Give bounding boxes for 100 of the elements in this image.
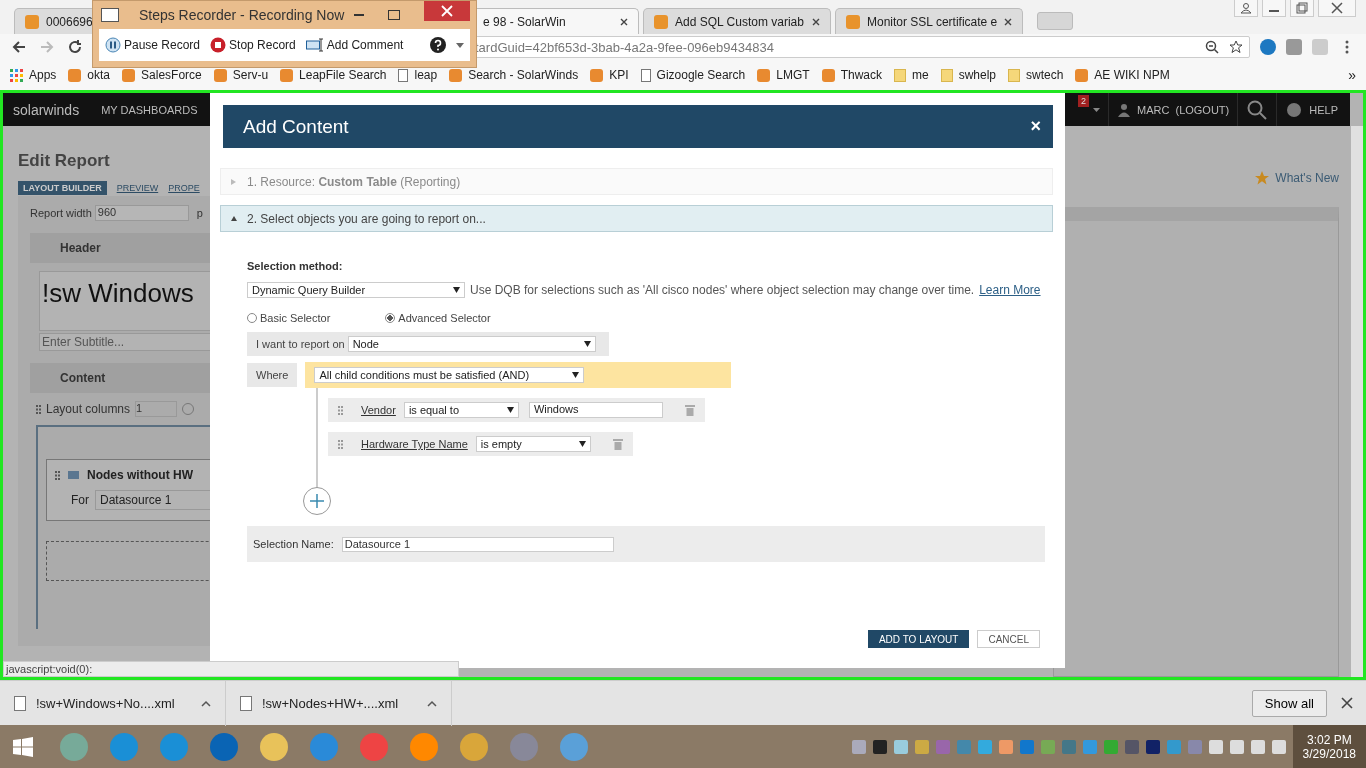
selection-method-dropdown[interactable]: Dynamic Query Builder [247, 282, 465, 298]
wizard-step[interactable]: PROPE [168, 181, 200, 195]
bookmark[interactable]: Apps [10, 68, 57, 82]
operator-dropdown[interactable]: is equal to [403, 402, 519, 418]
tray-icon[interactable] [872, 739, 887, 754]
bookmark[interactable]: Serv-u [213, 68, 269, 82]
field-link[interactable]: Hardware Type Name [361, 438, 468, 450]
layout-columns-field[interactable]: 1 [135, 401, 178, 417]
cancel-button[interactable]: CANCEL [977, 630, 1040, 648]
radio-option[interactable]: Basic Selector [247, 312, 331, 324]
bookmark[interactable]: me [893, 68, 929, 82]
caret-icon[interactable] [456, 42, 464, 48]
extension-icon[interactable] [1260, 39, 1276, 55]
minimize-icon[interactable] [1262, 0, 1286, 17]
bookmark[interactable]: leap [398, 68, 438, 82]
caret-icon[interactable] [1092, 107, 1100, 112]
tray-icon[interactable] [914, 739, 929, 754]
recorder-button[interactable]: Add Comment [305, 38, 404, 52]
bookmark[interactable]: SalesForce [122, 68, 202, 82]
bookmark[interactable]: swhelp [940, 68, 996, 82]
browser-tab[interactable]: Monitor SSL certificate e [835, 8, 1023, 34]
maximize-icon[interactable] [388, 10, 401, 20]
minimize-icon[interactable] [354, 14, 365, 16]
folder-icon [1008, 68, 1020, 82]
tray-icon[interactable] [1208, 739, 1223, 754]
field-link[interactable]: Vendor [361, 404, 396, 416]
bookmark[interactable]: okta [68, 68, 111, 82]
tray-icon[interactable] [893, 739, 908, 754]
caret-icon [578, 441, 586, 447]
bookmark[interactable]: Gizoogle Search [640, 68, 746, 82]
help-icon[interactable] [430, 37, 446, 53]
profile-icon[interactable] [1234, 0, 1258, 17]
bookmark[interactable]: swtech [1008, 68, 1064, 82]
value-field[interactable]: Windows [528, 402, 663, 418]
object-type-dropdown[interactable]: Node [347, 336, 596, 352]
user-icon [1116, 102, 1131, 117]
apps-grid-icon [10, 68, 23, 82]
bookmark[interactable]: LeapFile Search [280, 68, 387, 82]
add-to-layout-button[interactable]: ADD TO LAYOUT [867, 630, 970, 648]
scrollbar[interactable] [1351, 126, 1363, 677]
new-tab-button[interactable] [1037, 12, 1073, 30]
tray-icon[interactable] [1145, 739, 1160, 754]
condition-group-dropdown[interactable]: All child conditions must be satisfied (AND) [314, 367, 585, 383]
chevron-up-icon[interactable] [201, 699, 211, 707]
restore-icon[interactable] [1290, 0, 1314, 17]
star-icon[interactable] [1229, 40, 1243, 54]
tray-icon[interactable] [998, 739, 1013, 754]
add-condition-button[interactable] [302, 486, 332, 516]
trash-icon[interactable] [612, 438, 623, 450]
drag-handle-icon[interactable] [338, 439, 343, 449]
drag-handle-icon[interactable] [55, 470, 60, 480]
drag-handle-icon[interactable] [338, 405, 343, 415]
radio-option[interactable]: Advanced Selector [385, 312, 491, 324]
trash-icon[interactable] [684, 404, 695, 416]
recorder-button[interactable]: Pause Record [105, 37, 201, 53]
report-width-field[interactable]: 960 [94, 205, 189, 221]
bookmark[interactable]: AE WIKI NPM [1075, 68, 1170, 82]
bookmark[interactable]: LMGT [757, 68, 810, 82]
close-icon[interactable] [812, 17, 820, 26]
bookmark[interactable]: Search - SolarWinds [449, 68, 579, 82]
table-icon [68, 471, 79, 479]
close-button[interactable] [424, 1, 470, 21]
operator-dropdown[interactable]: is empty [475, 436, 591, 452]
whats-new-link[interactable]: What's New [1255, 171, 1339, 185]
learn-more-link[interactable]: Learn More [979, 283, 1041, 297]
tray-icon[interactable] [1250, 739, 1265, 754]
browser-tab[interactable]: Add SQL Custom variab [643, 8, 831, 34]
logo[interactable]: solarwinds [3, 101, 98, 118]
bookmark[interactable]: KPI [590, 68, 629, 82]
wizard-step[interactable]: LAYOUT BUILDER [18, 181, 107, 195]
more-bookmarks[interactable]: » [1348, 67, 1356, 83]
window-title: Steps Recorder - Recording Now [137, 7, 345, 23]
tray-icon[interactable] [1271, 739, 1286, 754]
star-icon [1255, 171, 1270, 185]
drag-handle-icon[interactable] [36, 404, 41, 414]
wizard-step[interactable]: PREVIEW [116, 181, 159, 195]
bookmark[interactable]: Thwack [821, 68, 882, 82]
selection-name-field[interactable]: Datasource 1 [341, 536, 614, 552]
unit-label: p [196, 207, 203, 219]
tray-icon[interactable] [851, 739, 866, 754]
accordion-section[interactable]: 2. Select objects you are going to report on... [220, 205, 1053, 232]
show-all-button[interactable]: Show all [1251, 689, 1327, 717]
favicon-icon [654, 14, 668, 29]
close-button[interactable]: × [1030, 116, 1041, 137]
close-icon[interactable] [1341, 697, 1353, 709]
folder-icon [940, 68, 953, 82]
user-menu[interactable]: MARC (LOGOUT) [1108, 102, 1238, 117]
alert-badge[interactable]: 2 [1077, 94, 1089, 107]
chevron-up-icon[interactable] [427, 699, 437, 707]
resource-title: Nodes without HW [87, 468, 193, 482]
nav-item[interactable]: MY DASHBOARDS [97, 103, 202, 116]
close-icon[interactable] [620, 17, 628, 26]
tray-icon[interactable] [1229, 739, 1244, 754]
tray-icon[interactable] [1124, 739, 1139, 754]
recorder-button[interactable]: Stop Record [210, 37, 296, 53]
reload-icon[interactable] [66, 38, 84, 56]
help-link[interactable]: HELP [1277, 102, 1350, 117]
close-icon[interactable] [1004, 17, 1013, 26]
zoom-out-icon[interactable] [1205, 40, 1219, 54]
clock[interactable]: 3:02 PM 3/29/2018 [1292, 725, 1366, 768]
